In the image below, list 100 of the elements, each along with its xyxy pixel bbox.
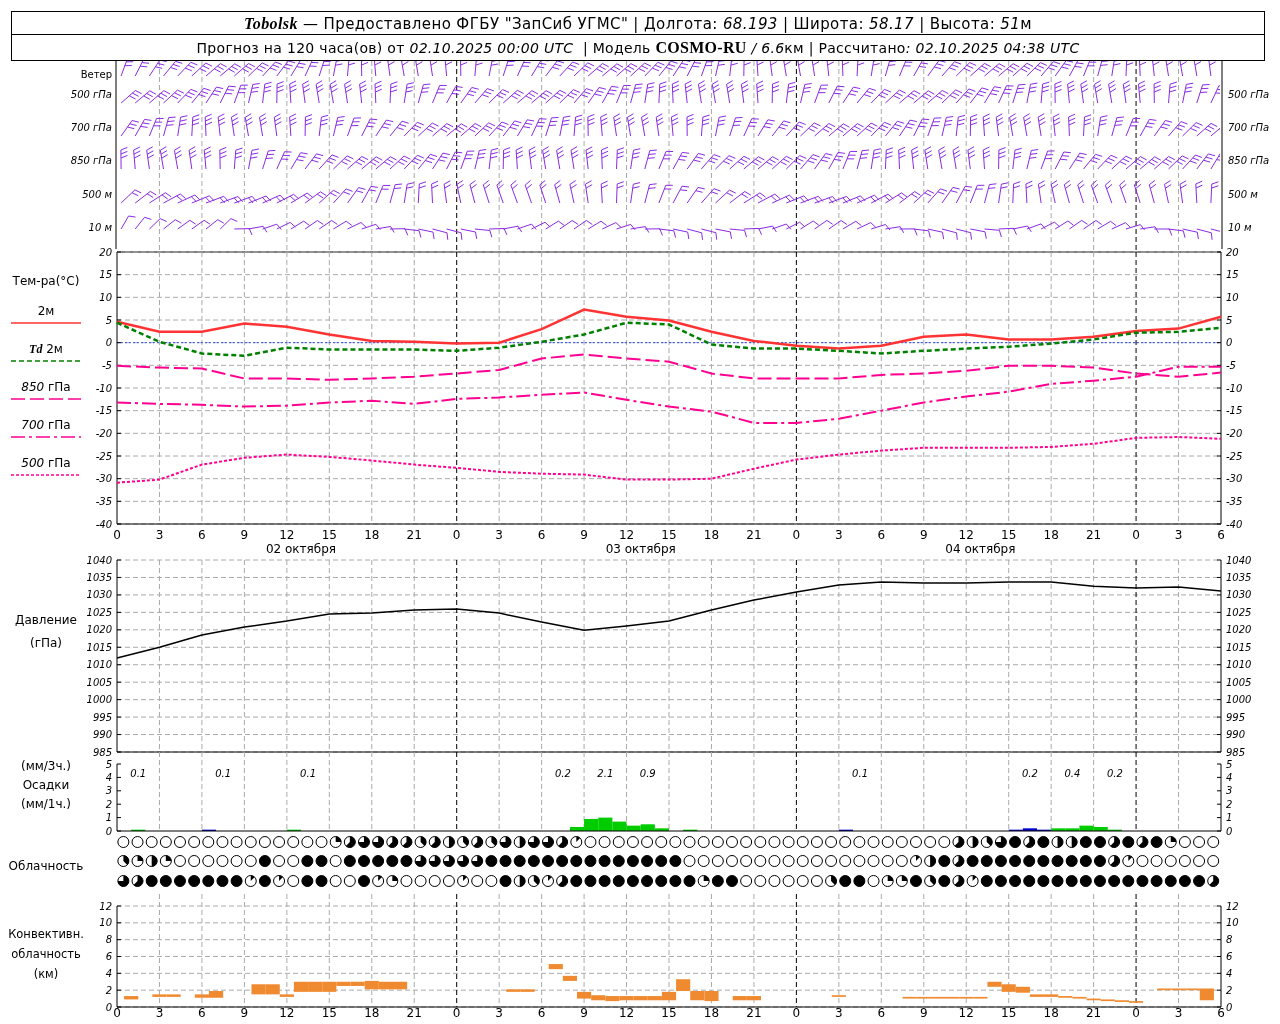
axis-tick-label: 9 — [240, 528, 249, 542]
axis-tick-label: 2 — [105, 984, 112, 996]
legend-label: Td 2м — [28, 342, 64, 356]
axis-tick-label: 12 — [99, 900, 112, 912]
axis-tick-label: -30 — [95, 473, 112, 485]
axis-tick-label: 21 — [746, 1006, 762, 1020]
axis-tick-label: 0 — [113, 1006, 121, 1020]
wind-level-label: 500 м — [1228, 188, 1258, 200]
axis-tick-label: 6 — [877, 528, 886, 542]
axis-tick-label: 1005 — [86, 676, 112, 688]
axis-tick-label: 0 — [1226, 1001, 1233, 1013]
wind-level-label: 10 м — [88, 221, 112, 233]
axis-tick-label: 0 — [105, 337, 112, 349]
axis-tick-label: 1030 — [86, 589, 112, 601]
axis-tick-label: 10 — [99, 291, 112, 303]
axis-tick-label: 4 — [105, 771, 112, 783]
axis-tick-label: 12 — [279, 528, 295, 542]
axis-tick-label: 0 — [792, 528, 801, 542]
axis-tick-label: 10 — [1226, 917, 1239, 929]
axis-tick-label: 1040 — [1226, 554, 1252, 566]
axis-tick-label: 0 — [792, 1006, 801, 1020]
axis-tick-label: 15 — [1001, 1006, 1017, 1020]
axis-tick-label: -25 — [1226, 450, 1243, 462]
wind-level-label: 850 гПа — [70, 154, 112, 166]
axis-tick-label: 1020 — [1226, 624, 1252, 636]
axis-tick-label: 18 — [364, 1006, 380, 1020]
axis-tick-label: 1015 — [1226, 641, 1252, 653]
precipitation-amount-label: 0.1 — [300, 768, 317, 779]
axis-title: Конвективн. — [7, 926, 85, 943]
axis-tick-label: 1010 — [86, 659, 112, 671]
precipitation-amount-label: 0.1 — [130, 768, 147, 779]
axis-tick-label: -20 — [1226, 427, 1243, 439]
axis-tick-label: 9 — [240, 1006, 249, 1020]
axis-tick-label: 15 — [99, 269, 112, 281]
precipitation-amount-label: 0.9 — [639, 768, 656, 779]
axis-tick-label: 12 — [618, 1006, 635, 1020]
wind-level-label: 850 гПа — [1228, 154, 1270, 166]
axis-title: Осадки — [21, 777, 71, 794]
axis-tick-label: 20 — [1226, 246, 1239, 258]
wind-level-label: 500 гПа — [1228, 88, 1270, 100]
axis-tick-label: -15 — [1226, 405, 1243, 417]
axis-tick-label: 1040 — [86, 554, 112, 566]
axis-tick-label: 0 — [1132, 1006, 1140, 1020]
axis-tick-label: 995 — [92, 711, 112, 723]
axis-tick-label: 18 — [703, 528, 720, 542]
axis-tick-label: -40 — [1226, 518, 1243, 530]
axis-tick-label: -10 — [1226, 382, 1243, 394]
axis-tick-label: 3 — [105, 785, 112, 797]
axis-tick-label: 990 — [92, 729, 112, 741]
axis-tick-label: -35 — [95, 495, 112, 507]
axis-tick-label: 9 — [580, 528, 588, 542]
axis-tick-label: 15 — [661, 528, 677, 542]
axis-tick-label: 5 — [105, 314, 112, 326]
axis-tick-label: 3 — [155, 528, 164, 542]
axis-tick-label: 9 — [919, 1006, 928, 1020]
axis-tick-label: 0 — [105, 1001, 112, 1013]
precipitation-amount-label: 0.1 — [215, 768, 232, 779]
axis-tick-label: -35 — [1226, 495, 1243, 507]
axis-tick-label: 2 — [1226, 984, 1233, 996]
axis-tick-label: 0 — [452, 528, 461, 542]
axis-tick-label: 0 — [105, 825, 112, 837]
axis-tick-label: 15 — [321, 528, 337, 542]
wind-level-label: 500 гПа — [70, 88, 112, 100]
axis-tick-label: 12 — [618, 528, 635, 542]
axis-tick-label: 8 — [1226, 934, 1233, 946]
axis-tick-label: 1035 — [86, 571, 112, 583]
axis-tick-label: 0 — [1132, 528, 1140, 542]
axis-tick-label: 985 — [1226, 746, 1246, 758]
axis-tick-label: 15 — [1226, 269, 1239, 281]
axis-tick-label: 1000 — [1226, 694, 1252, 706]
axis-tick-label: 2 — [1226, 798, 1233, 810]
axis-tick-label: 1020 — [86, 624, 112, 636]
axis-tick-label: 15 — [321, 1006, 337, 1020]
axis-tick-label: 1030 — [1226, 589, 1252, 601]
axis-tick-label: 6 — [537, 528, 546, 542]
wind-title: Ветер — [80, 68, 112, 80]
axis-tick-label: -30 — [1226, 473, 1243, 485]
axis-tick-label: 0 — [1226, 337, 1233, 349]
axis-tick-label: 21 — [1085, 1006, 1102, 1020]
axis-tick-label: 3 — [835, 528, 843, 542]
precipitation-amount-label: 0.2 — [1106, 768, 1123, 779]
axis-tick-label: 1010 — [1226, 659, 1252, 671]
axis-tick-label: 6 — [1226, 951, 1233, 962]
axis-tick-label: 12 — [958, 1006, 974, 1020]
axis-tick-label: -25 — [95, 450, 112, 462]
axis-tick-label: 0 — [1226, 825, 1233, 837]
axis-tick-label: 3 — [1226, 785, 1233, 797]
axis-title: (мм/1ч.) — [19, 796, 73, 813]
axis-title: Облачность — [7, 859, 85, 873]
wind-level-label: 500 м — [82, 188, 112, 200]
axis-tick-label: 4 — [105, 967, 112, 979]
axis-title: (мм/3ч.) — [19, 758, 73, 775]
axis-tick-label: 6 — [537, 1006, 546, 1020]
axis-tick-label: 6 — [198, 1006, 206, 1020]
wind-level-label: 700 гПа — [70, 121, 112, 133]
axis-tick-label: -20 — [95, 427, 112, 439]
axis-tick-label: 1000 — [86, 694, 112, 706]
axis-tick-label: -10 — [95, 382, 112, 394]
axis-title: облачность — [10, 946, 82, 963]
axis-tick-label: 15 — [1001, 528, 1017, 542]
